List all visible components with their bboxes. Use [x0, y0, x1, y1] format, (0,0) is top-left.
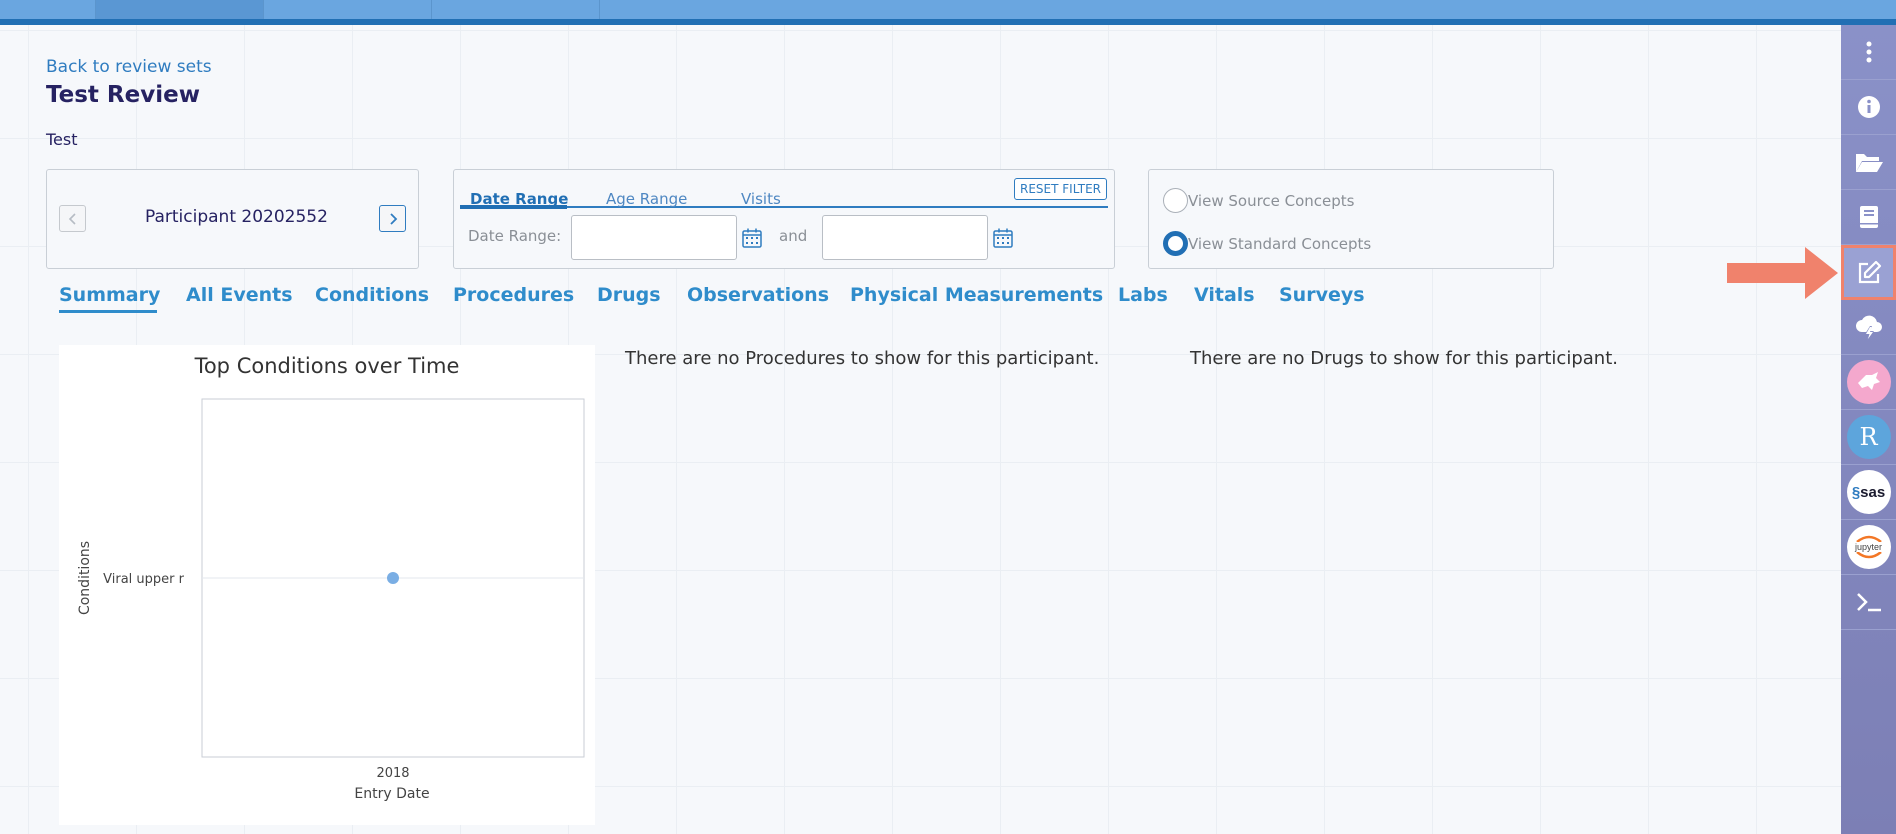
right-sidebar: R §sas jupyter	[1841, 25, 1896, 834]
top-bar	[0, 0, 1896, 25]
calendar-icon[interactable]	[741, 227, 763, 249]
terminal-button[interactable]	[1841, 575, 1896, 630]
x-axis-label: Entry Date	[354, 786, 429, 802]
x-tick-label: 2018	[376, 766, 409, 781]
tab-all-events[interactable]: All Events	[186, 284, 293, 306]
jupyter-icon: jupyter	[1846, 525, 1891, 569]
filter-tabs: Date Range Age Range Visits	[460, 180, 1108, 208]
jupyter-arc-bottom	[1855, 552, 1882, 559]
tab-vitals[interactable]: Vitals	[1194, 284, 1255, 306]
no-drugs-message: There are no Drugs to show for this part…	[1190, 348, 1618, 369]
cromwell-icon	[1846, 360, 1891, 404]
info-icon	[1857, 96, 1880, 118]
tab-age-range[interactable]: Age Range	[606, 190, 687, 208]
tab-visits[interactable]: Visits	[741, 190, 781, 208]
tab-surveys[interactable]: Surveys	[1279, 284, 1365, 306]
sas-icon-label: sas	[1860, 483, 1886, 501]
highlight-arrow	[1727, 247, 1838, 299]
more-options-button[interactable]	[1841, 25, 1896, 80]
chevron-right-icon	[389, 212, 397, 225]
sas-app-button[interactable]: §sas	[1841, 465, 1896, 520]
tab-physical-measurements[interactable]: Physical Measurements	[850, 284, 1103, 306]
radio-label: View Source Concepts	[1188, 191, 1355, 210]
top-tab-active[interactable]	[96, 0, 264, 19]
previous-participant-button[interactable]	[59, 205, 86, 232]
data-point[interactable]	[387, 572, 399, 584]
filter-panel: Date Range Age Range Visits RESET FILTER…	[453, 169, 1115, 269]
end-date-input[interactable]	[822, 215, 988, 260]
participant-label: Participant 20202552	[145, 207, 328, 227]
view-standard-concepts-option[interactable]: View Standard Concepts	[1163, 231, 1371, 256]
rstudio-app-button[interactable]: R	[1841, 410, 1896, 465]
more-vertical-icon	[1866, 41, 1871, 63]
cloud-lightning-icon	[1855, 315, 1882, 340]
jupyter-arc-top	[1855, 535, 1882, 542]
next-participant-button[interactable]	[379, 205, 406, 232]
active-main-tab-indicator	[59, 310, 157, 313]
top-tab[interactable]	[432, 0, 600, 19]
y-axis-label: Conditions	[77, 541, 93, 615]
reset-filter-button[interactable]: RESET FILTER	[1014, 178, 1107, 200]
tab-conditions[interactable]: Conditions	[315, 284, 429, 306]
info-button[interactable]	[1841, 80, 1896, 135]
review-description: Test	[46, 130, 78, 149]
page-title: Test Review	[46, 82, 200, 108]
top-conditions-chart: Top Conditions over Time Viral upper r 2…	[59, 345, 595, 825]
sas-icon-text: §sas	[1851, 483, 1886, 501]
r-icon-letter: R	[1859, 423, 1878, 451]
jupyter-icon-label: jupyter	[1854, 542, 1882, 552]
top-tab[interactable]	[264, 0, 432, 19]
tab-labs[interactable]: Labs	[1118, 284, 1168, 306]
radio-button[interactable]	[1163, 188, 1188, 213]
calendar-icon[interactable]	[992, 227, 1014, 249]
tab-observations[interactable]: Observations	[687, 284, 829, 306]
tab-summary[interactable]: Summary	[59, 284, 160, 306]
folder-open-icon	[1855, 154, 1883, 172]
and-label: and	[779, 227, 808, 245]
edit-icon	[1858, 260, 1881, 283]
back-to-review-sets-link[interactable]: Back to review sets	[46, 57, 212, 77]
view-source-concepts-option[interactable]: View Source Concepts	[1163, 188, 1355, 213]
top-tab[interactable]	[0, 0, 96, 19]
top-tab-strip	[0, 0, 1896, 19]
radio-label: View Standard Concepts	[1188, 234, 1372, 253]
annotations-edit-button[interactable]	[1841, 245, 1896, 300]
date-range-label: Date Range:	[468, 227, 562, 245]
y-tick-label: Viral upper r	[103, 572, 184, 587]
cromwell-app-button[interactable]	[1841, 355, 1896, 410]
start-date-input[interactable]	[571, 215, 737, 260]
book-icon	[1859, 206, 1878, 228]
tab-procedures[interactable]: Procedures	[453, 284, 574, 306]
sas-icon: §sas	[1846, 470, 1891, 514]
jupyter-app-button[interactable]: jupyter	[1841, 520, 1896, 575]
data-folder-button[interactable]	[1841, 135, 1896, 190]
cloud-analysis-button[interactable]	[1841, 300, 1896, 355]
terminal-icon	[1856, 593, 1881, 612]
concept-view-selector: View Source Concepts View Standard Conce…	[1148, 169, 1554, 269]
chevron-left-icon	[68, 212, 76, 225]
active-tab-indicator	[460, 205, 567, 209]
radio-button-checked[interactable]	[1163, 231, 1188, 256]
tab-drugs[interactable]: Drugs	[597, 284, 661, 306]
participant-selector: Participant 20202552	[46, 169, 419, 269]
chart-plot: Viral upper r 2018 Entry Date Conditions	[77, 398, 585, 802]
workspace-book-button[interactable]	[1841, 190, 1896, 245]
no-procedures-message: There are no Procedures to show for this…	[625, 348, 1100, 369]
cromwell-logo-shape	[1857, 372, 1880, 390]
r-icon: R	[1846, 415, 1891, 459]
